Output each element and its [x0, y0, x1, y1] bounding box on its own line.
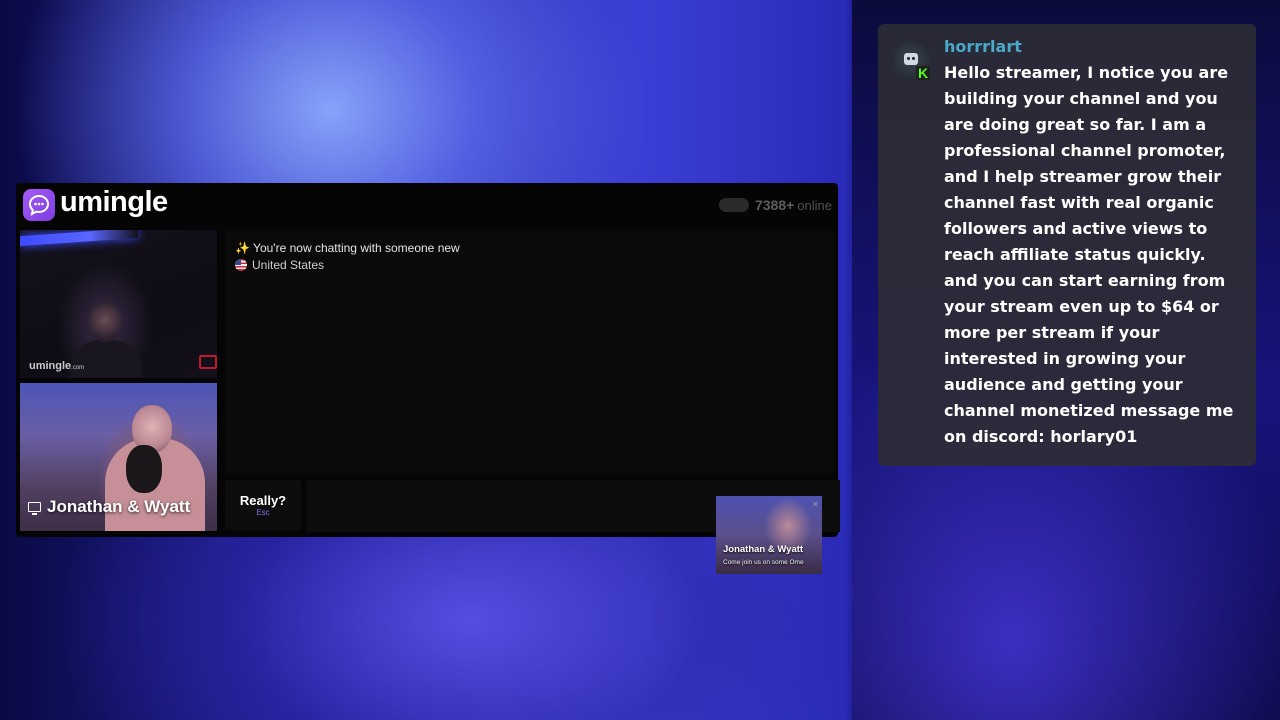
chat-bubble-logo-icon[interactable] [23, 189, 55, 221]
kick-badge-icon: K [916, 65, 930, 81]
umingle-brand[interactable]: umingle [60, 186, 168, 219]
skip-button-label: Really? [239, 493, 287, 508]
stranger-video: umingle.com [20, 230, 217, 378]
chat-message-text: Hello streamer, I notice you are buildin… [944, 63, 1234, 446]
country-name: United States [252, 258, 325, 272]
chat-panel: ✨ You're now chatting with someone new U… [225, 231, 836, 473]
webcam-overlay: ✕ Jonathan & Wyatt Come join us on some … [716, 496, 822, 574]
umingle-header: umingle 7388+ online [16, 183, 838, 229]
system-message: ✨ You're now chatting with someone new [235, 241, 460, 255]
stranger-face [88, 302, 122, 342]
online-label: online [797, 197, 832, 213]
chat-username[interactable]: horrrlart [944, 37, 1022, 56]
chat-message-card: K horrrlart Hello streamer, I notice you… [878, 24, 1256, 466]
local-video: Jonathan & Wyatt [20, 383, 217, 531]
webcam-overlay-name: Jonathan & Wyatt [723, 544, 804, 555]
bot-icon [904, 53, 918, 65]
umingle-window: umingle 7388+ online umingle.com Jonatha… [16, 183, 840, 537]
led-strip [20, 230, 138, 247]
monitor-icon [28, 502, 41, 515]
us-flag-icon [235, 259, 247, 271]
webcam-overlay-subtitle: Come join us on some Ome [723, 559, 804, 566]
stranger-body [70, 340, 142, 378]
skip-shortcut-hint: Esc [256, 508, 270, 517]
local-cam-name: Jonathan & Wyatt [47, 497, 191, 516]
online-toggle[interactable] [718, 198, 749, 212]
video-watermark: umingle.com [29, 360, 85, 372]
microphone [126, 445, 162, 493]
online-count: 7388+ [754, 197, 795, 213]
local-cam-label: Jonathan & Wyatt [28, 497, 190, 517]
stranger-country: United States [235, 258, 324, 272]
close-icon[interactable]: ✕ [812, 500, 819, 509]
report-flag-icon[interactable] [199, 355, 217, 369]
online-indicator: 7388+ online [718, 197, 832, 213]
skip-button[interactable]: Really? Esc [225, 480, 301, 530]
